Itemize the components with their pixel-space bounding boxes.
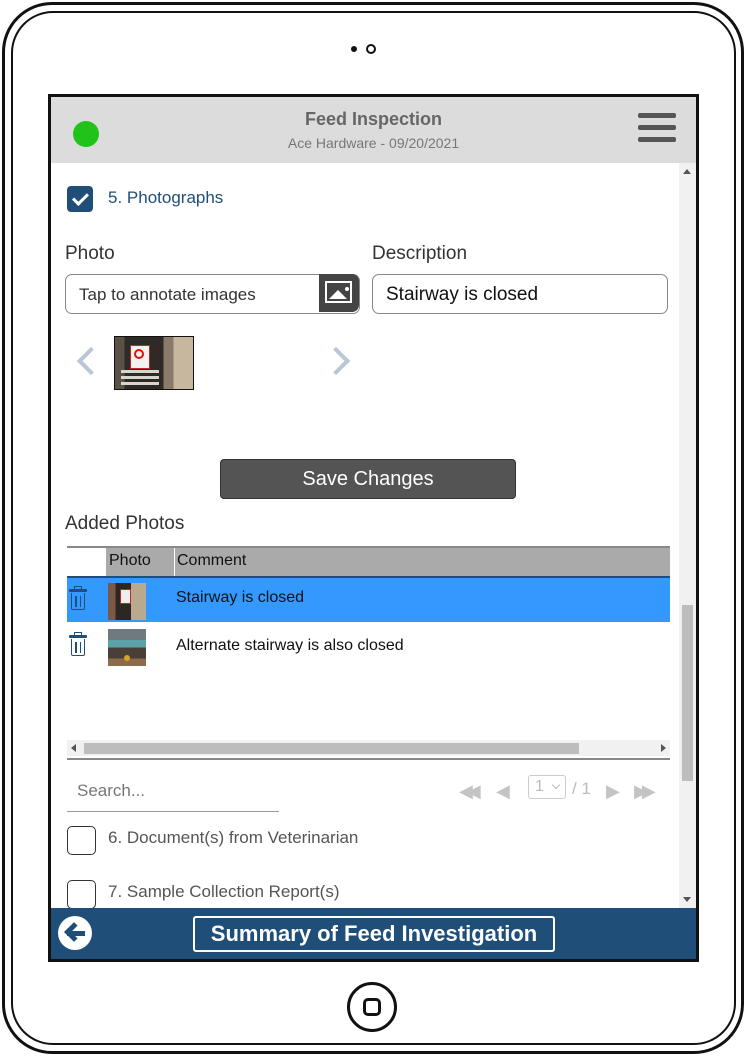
search-input[interactable]: Search... xyxy=(67,773,279,812)
footer-bar: Summary of Feed Investigation xyxy=(51,908,696,959)
table-header: Photo Comment xyxy=(67,546,670,576)
vertical-scrollbar[interactable] xyxy=(679,163,696,908)
table-horizontal-scrollbar[interactable] xyxy=(67,740,670,756)
photo-preview[interactable] xyxy=(114,336,194,390)
photo-input-text: Tap to annotate images xyxy=(79,285,256,304)
table-row[interactable]: Alternate stairway is also closed xyxy=(67,622,670,668)
section-6-label: 6. Document(s) from Veterinarian xyxy=(108,828,359,847)
first-page-icon[interactable]: ◀◀ xyxy=(459,781,481,802)
table-row[interactable]: Stairway is closed xyxy=(67,576,670,622)
app-screen: Feed Inspection Ace Hardware - 09/20/202… xyxy=(48,94,699,962)
page-select[interactable]: 1 xyxy=(528,775,566,799)
page-subtitle: Ace Hardware - 09/20/2021 xyxy=(287,135,460,151)
summary-button[interactable]: Summary of Feed Investigation xyxy=(193,916,555,952)
row-comment: Stairway is closed xyxy=(176,589,305,606)
section-5-checkbox[interactable] xyxy=(67,186,93,212)
section-6-checkbox[interactable] xyxy=(67,826,96,855)
last-page-icon[interactable]: ▶▶ xyxy=(634,781,656,802)
photo-annotate-input[interactable]: Tap to annotate images xyxy=(65,274,360,314)
app-header: Feed Inspection Ace Hardware - 09/20/202… xyxy=(51,97,696,163)
chevron-left-icon[interactable] xyxy=(76,346,106,376)
added-photos-heading: Added Photos xyxy=(65,513,185,534)
menu-icon[interactable] xyxy=(638,113,676,147)
section-7-checkbox[interactable] xyxy=(67,880,96,908)
next-page-icon[interactable]: ▶ xyxy=(606,781,620,802)
save-changes-button[interactable]: Save Changes xyxy=(220,459,516,499)
added-photos-table: Photo Comment Stairway is closed Alterna… xyxy=(67,546,670,761)
trash-icon[interactable] xyxy=(69,632,87,657)
row-photo-thumbnail xyxy=(108,583,146,620)
camera-lens xyxy=(366,44,376,54)
page-title: Feed Inspection xyxy=(304,109,443,129)
description-value: Stairway is closed xyxy=(386,284,539,305)
section-5-label: 5. Photographs xyxy=(108,188,224,207)
column-header-comment[interactable]: Comment xyxy=(177,552,246,570)
row-photo-thumbnail xyxy=(108,629,146,666)
camera-sensor xyxy=(351,46,357,52)
chevron-right-icon[interactable] xyxy=(321,346,351,376)
page-total: / 1 xyxy=(572,779,591,798)
pagination: ◀◀ ◀ 1 / 1 ▶ ▶▶ xyxy=(459,773,659,803)
row-comment: Alternate stairway is also closed xyxy=(176,637,404,654)
image-icon[interactable] xyxy=(319,274,359,312)
back-arrow-icon[interactable] xyxy=(58,916,92,950)
section-7-label: 7. Sample Collection Report(s) xyxy=(108,882,340,901)
home-button[interactable] xyxy=(347,982,397,1032)
column-header-photo[interactable]: Photo xyxy=(109,552,151,570)
description-label: Description xyxy=(372,243,468,264)
home-button-icon xyxy=(363,998,381,1016)
prev-page-icon[interactable]: ◀ xyxy=(496,781,510,802)
trash-icon[interactable] xyxy=(69,586,87,611)
photo-label: Photo xyxy=(65,243,115,264)
description-field[interactable]: Stairway is closed xyxy=(372,274,668,314)
scroll-content[interactable]: 5. Photographs Photo Description Tap to … xyxy=(51,163,679,908)
search-placeholder: Search... xyxy=(77,781,146,800)
